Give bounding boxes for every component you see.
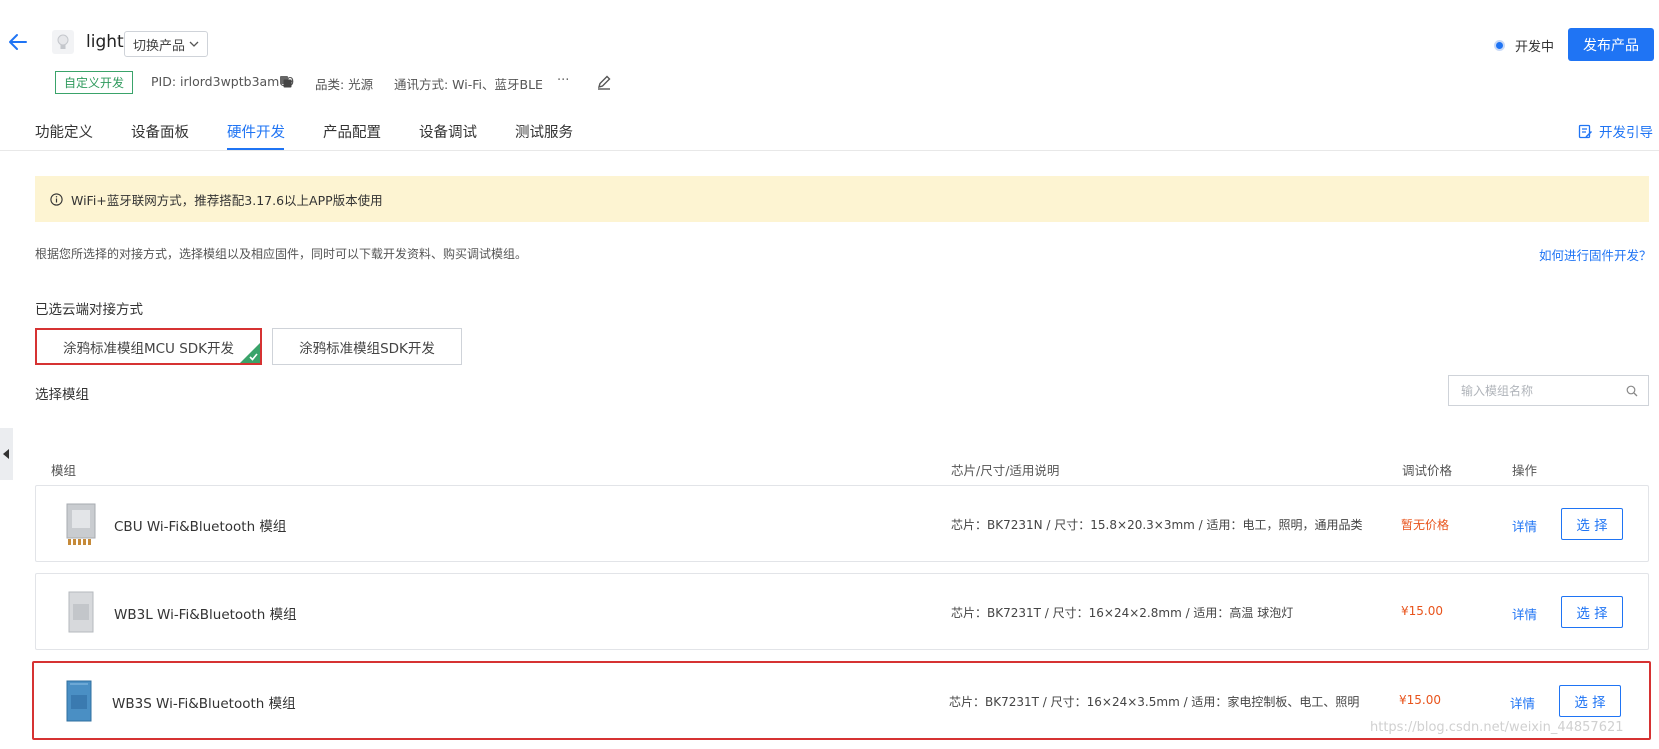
page-description: 根据您所选择的对接方式，选择模组以及相应固件，同时可以下载开发资料、购买调试模组… — [35, 247, 528, 261]
collapse-handle[interactable] — [0, 428, 13, 480]
module-wb3s-image — [66, 680, 92, 722]
notice-banner: WiFi+蓝牙联网方式，推荐搭配3.17.6以上APP版本使用 — [35, 176, 1649, 222]
sdk-option-standard-label: 涂鸦标准模组SDK开发 — [299, 340, 435, 357]
table-row: CBU Wi-Fi&Bluetooth 模组 芯片：BK7231N / 尺寸：1… — [35, 485, 1649, 562]
module-price: ¥15.00 — [1399, 693, 1441, 707]
module-price: 暂无价格 — [1401, 518, 1450, 532]
module-search-input[interactable] — [1461, 383, 1611, 398]
dev-status: 开发中 — [1515, 40, 1555, 55]
tab-device-debug[interactable]: 设备调试 — [419, 121, 477, 142]
switch-product-button[interactable]: 切换产品 — [124, 31, 209, 57]
module-detail-link[interactable]: 详情 — [1512, 604, 1537, 623]
product-bulb-icon — [52, 30, 74, 54]
module-select-button[interactable]: 选 择 — [1561, 596, 1623, 628]
product-pid: PID: irlord3wptb3amc9 — [151, 74, 295, 89]
edit-icon[interactable] — [596, 74, 612, 90]
copy-icon[interactable] — [279, 75, 293, 89]
module-name: WB3L Wi-Fi&Bluetooth 模组 — [114, 607, 297, 623]
module-select-button[interactable]: 选 择 — [1561, 508, 1623, 540]
tab-hardware-dev[interactable]: 硬件开发 — [227, 121, 285, 142]
dev-guide-label: 开发引导 — [1599, 125, 1653, 141]
publish-product-button[interactable]: 发布产品 — [1568, 28, 1654, 61]
check-icon — [249, 353, 258, 361]
col-price: 调试价格 — [1402, 463, 1453, 478]
caret-left-icon — [3, 449, 9, 459]
custom-dev-tag: 自定义开发 — [55, 71, 134, 94]
table-row: WB3L Wi-Fi&Bluetooth 模组 芯片：BK7231T / 尺寸：… — [35, 573, 1649, 650]
back-arrow-icon[interactable] — [6, 32, 30, 52]
col-spec: 芯片/尺寸/适用说明 — [951, 463, 1060, 478]
guide-doc-icon — [1578, 124, 1593, 138]
cloud-section-title: 已选云端对接方式 — [35, 302, 143, 318]
watermark: https://blog.csdn.net/weixin_44857621 — [1370, 720, 1624, 735]
tab-test-service[interactable]: 测试服务 — [515, 121, 573, 142]
module-spec: 芯片：BK7231N / 尺寸：15.8×20.3×3mm / 适用：电工，照明… — [951, 518, 1363, 532]
tab-function-definition[interactable]: 功能定义 — [35, 121, 93, 142]
notice-text: WiFi+蓝牙联网方式，推荐搭配3.17.6以上APP版本使用 — [71, 192, 383, 208]
module-cbu-image — [66, 503, 96, 545]
tabs-divider — [0, 150, 1659, 151]
module-spec: 芯片：BK7231T / 尺寸：16×24×2.8mm / 适用：高温 球泡灯 — [951, 606, 1294, 620]
module-section-title: 选择模组 — [35, 387, 89, 403]
info-icon — [50, 192, 63, 206]
col-action: 操作 — [1512, 463, 1538, 478]
more-button[interactable]: ··· — [557, 73, 569, 88]
search-icon[interactable] — [1626, 385, 1638, 397]
module-name: WB3S Wi-Fi&Bluetooth 模组 — [112, 696, 296, 712]
module-name: CBU Wi-Fi&Bluetooth 模组 — [114, 519, 287, 535]
col-module: 模组 — [51, 463, 77, 478]
module-detail-link[interactable]: 详情 — [1512, 516, 1537, 535]
sdk-option-standard[interactable]: 涂鸦标准模组SDK开发 — [272, 328, 462, 365]
module-detail-link[interactable]: 详情 — [1510, 693, 1535, 712]
switch-product-label: 切换产品 — [133, 38, 186, 54]
product-comm-method: 通讯方式: Wi-Fi、蓝牙BLE — [394, 77, 543, 92]
module-wb3l-image — [68, 591, 94, 633]
module-select-button[interactable]: 选 择 — [1559, 685, 1621, 717]
tab-device-panel[interactable]: 设备面板 — [131, 121, 189, 142]
product-category: 品类: 光源 — [315, 77, 374, 92]
module-price: ¥15.00 — [1401, 604, 1443, 618]
dev-guide-link[interactable]: 开发引导 — [1578, 121, 1653, 141]
module-search-box[interactable] — [1448, 375, 1649, 406]
sdk-option-mcu[interactable]: 涂鸦标准模组MCU SDK开发 — [35, 328, 262, 365]
module-spec: 芯片：BK7231T / 尺寸：16×24×3.5mm / 适用：家电控制板、电… — [949, 695, 1360, 709]
how-firmware-dev-link[interactable]: 如何进行固件开发？ — [1539, 245, 1652, 264]
tab-product-config[interactable]: 产品配置 — [323, 121, 381, 142]
status-dot-icon — [1494, 40, 1505, 51]
product-name: light — [86, 32, 124, 52]
chevron-down-icon — [189, 41, 199, 47]
sdk-option-mcu-label: 涂鸦标准模组MCU SDK开发 — [62, 340, 235, 357]
